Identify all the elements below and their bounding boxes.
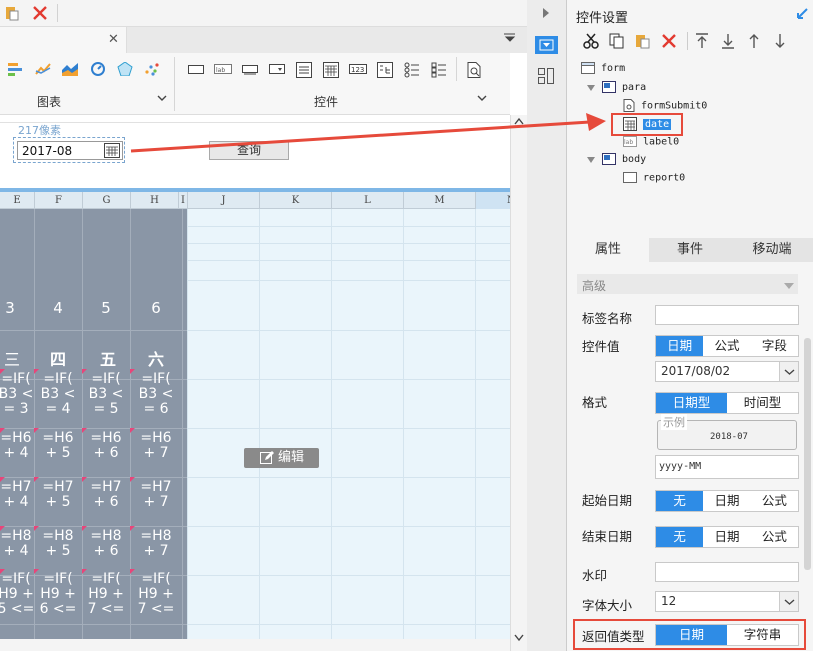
annotation-arrow	[130, 113, 606, 153]
